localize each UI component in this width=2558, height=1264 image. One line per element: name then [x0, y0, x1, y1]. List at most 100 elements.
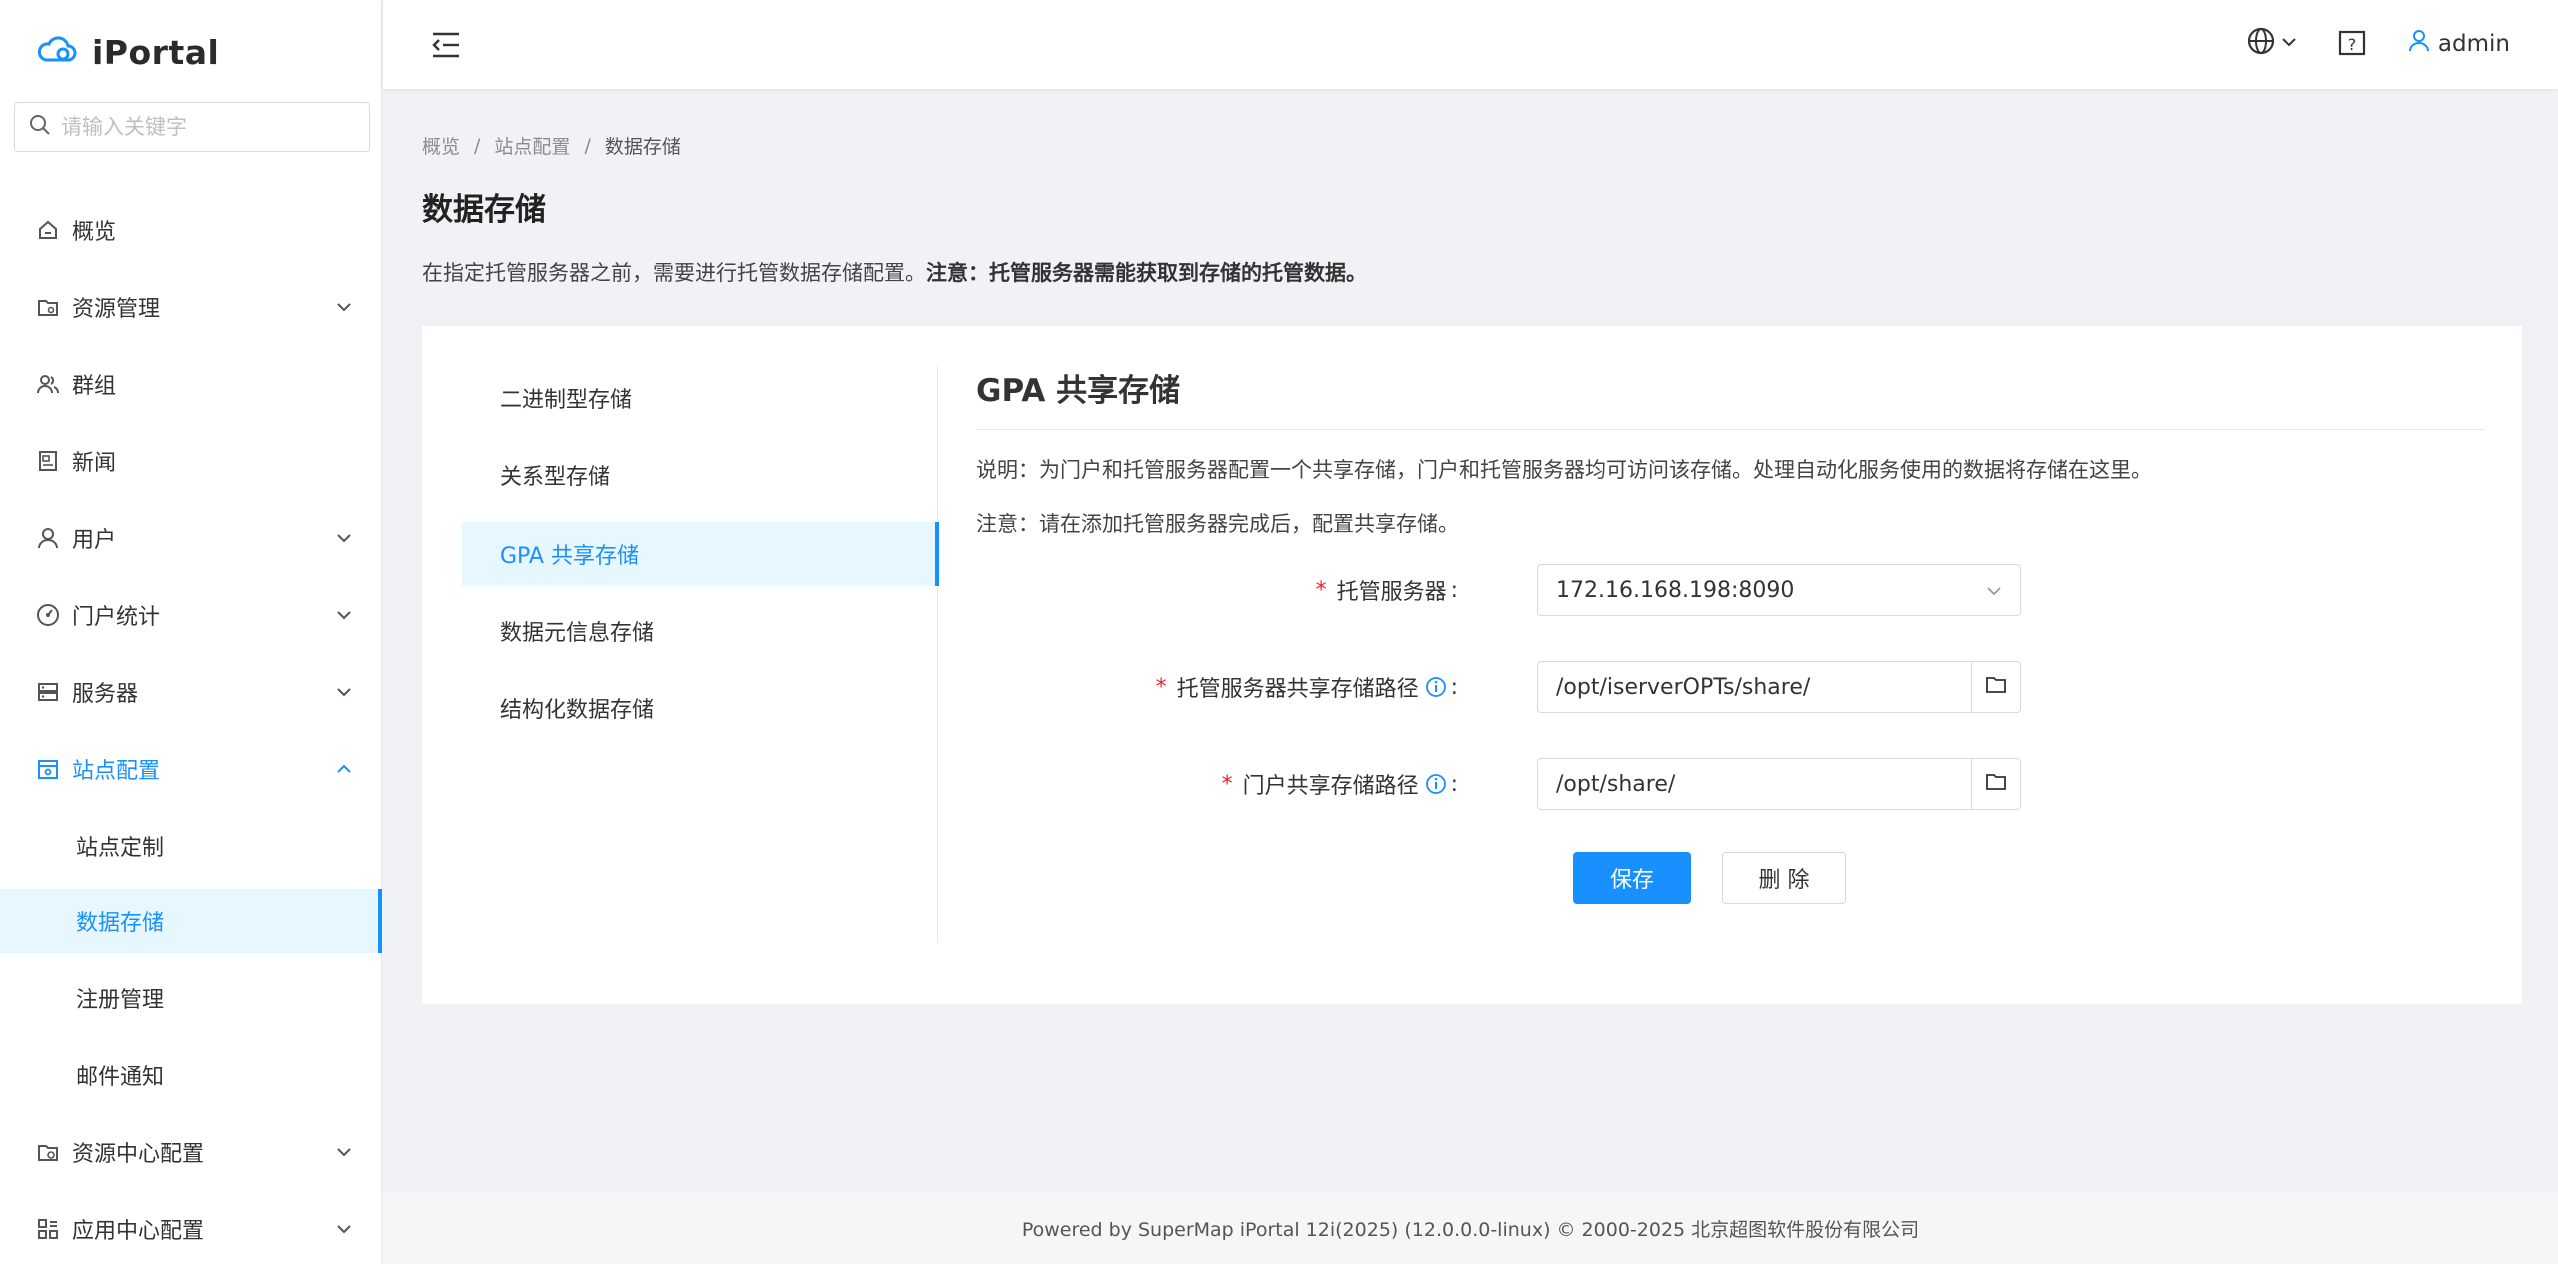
tab-label: GPA 共享存储 — [500, 544, 639, 569]
tab-gpa-shared-storage[interactable]: GPA 共享存储 — [462, 522, 939, 586]
sidebar-subitem-site-customization[interactable]: 站点定制 — [0, 814, 382, 878]
sidebar-item-label: 概览 — [72, 220, 117, 245]
server-icon — [36, 680, 60, 704]
required-mark: * — [1221, 771, 1233, 797]
svg-text:?: ? — [2348, 35, 2357, 54]
sidebar-item-portal-stats[interactable]: 门户统计 — [0, 583, 382, 647]
group-icon — [36, 372, 60, 396]
page-description-warning: 注意：托管服务器需能获取到存储的托管数据。 — [926, 261, 1367, 285]
search-box — [14, 102, 370, 152]
sidebar-item-label: 群组 — [72, 374, 117, 399]
sidebar-item-label: 站点配置 — [72, 759, 161, 784]
tab-metadata-storage[interactable]: 数据元信息存储 — [462, 599, 938, 663]
portal-path-input-group — [1537, 758, 2021, 810]
dashboard-icon — [36, 603, 60, 627]
site-config-icon — [36, 757, 60, 781]
sidebar-item-label: 门户统计 — [72, 605, 161, 630]
top-header: ? admin — [383, 0, 2558, 89]
sidebar-item-resources[interactable]: 资源管理 — [0, 275, 382, 339]
tab-label: 结构化数据存储 — [500, 698, 655, 723]
user-menu[interactable]: admin — [2408, 26, 2510, 62]
required-mark: * — [1315, 577, 1327, 603]
news-icon — [36, 449, 60, 473]
breadcrumb-item-site-config[interactable]: 站点配置 — [494, 132, 570, 159]
folder-icon — [1985, 675, 2007, 699]
sidebar-subitem-label: 数据存储 — [76, 911, 165, 936]
chevron-down-icon — [334, 1142, 354, 1162]
hosted-path-label: * 托管服务器共享存储路径 : — [1156, 661, 1458, 713]
sidebar-item-overview[interactable]: 概览 — [0, 198, 382, 262]
sidebar-item-site-config[interactable]: 站点配置 — [0, 737, 382, 801]
form-row-hosted-path: * 托管服务器共享存储路径 : — [976, 661, 2484, 713]
hosted-server-select[interactable]: 172.16.168.198:8090 — [1537, 564, 2021, 616]
panel-note-description: 说明：为门户和托管服务器配置一个共享存储，门户和托管服务器均可访问该存储。处理自… — [976, 458, 2152, 482]
globe-icon — [2246, 26, 2278, 62]
save-button[interactable]: 保存 — [1573, 852, 1691, 904]
info-icon[interactable] — [1425, 773, 1447, 795]
portal-path-label: * 门户共享存储路径 : — [1222, 758, 1458, 810]
hosted-server-value: 172.16.168.198:8090 — [1556, 577, 1795, 603]
language-switch[interactable] — [2246, 26, 2298, 62]
chevron-down-icon — [1984, 581, 2004, 607]
folder-settings-icon — [36, 295, 60, 319]
hosted-path-input[interactable] — [1537, 661, 1971, 713]
user-icon — [2408, 29, 2430, 59]
sidebar-subitem-data-storage[interactable]: 数据存储 — [0, 889, 382, 953]
sidebar-subitem-registration[interactable]: 注册管理 — [0, 966, 382, 1030]
delete-button[interactable]: 删 除 — [1722, 852, 1846, 904]
hosted-path-input-group — [1537, 661, 2021, 713]
panel-title: GPA 共享存储 — [976, 362, 2484, 430]
sidebar-subitem-label: 邮件通知 — [76, 1065, 165, 1090]
required-mark: * — [1155, 674, 1167, 700]
brand-name: iPortal — [92, 32, 220, 72]
sidebar-subitem-email-notification[interactable]: 邮件通知 — [0, 1043, 382, 1107]
chevron-down-icon — [334, 682, 354, 702]
sidebar-item-app-center-config[interactable]: 应用中心配置 — [0, 1197, 382, 1261]
tab-relational-storage[interactable]: 关系型存储 — [462, 443, 938, 507]
portal-path-browse-button[interactable] — [1971, 758, 2021, 810]
hosted-server-label: * 托管服务器 : — [1316, 564, 1458, 616]
folder-clock-icon — [36, 1140, 60, 1164]
label-colon: : — [1450, 771, 1458, 797]
sidebar-item-users[interactable]: 用户 — [0, 506, 382, 570]
user-icon — [36, 526, 60, 550]
help-icon[interactable]: ? — [2337, 26, 2367, 62]
portal-path-input[interactable] — [1537, 758, 1971, 810]
folder-icon — [1985, 772, 2007, 796]
app-root: iPortal 概览 资源管理 — [0, 0, 2558, 1264]
sidebar-item-resource-center-config[interactable]: 资源中心配置 — [0, 1120, 382, 1184]
tab-structured-data-storage[interactable]: 结构化数据存储 — [462, 676, 938, 740]
breadcrumb-item-current: 数据存储 — [604, 136, 681, 158]
sidebar-item-servers[interactable]: 服务器 — [0, 660, 382, 724]
breadcrumb-item-overview[interactable]: 概览 — [422, 132, 460, 159]
tab-label: 关系型存储 — [500, 465, 611, 490]
chevron-down-icon — [334, 605, 354, 625]
search-input[interactable] — [61, 115, 361, 139]
storage-tabs: 二进制型存储 关系型存储 GPA 共享存储 数据元信息存储 结构化数据存储 — [462, 366, 939, 942]
brand-logo[interactable]: iPortal — [36, 30, 219, 74]
username: admin — [2437, 31, 2510, 57]
sidebar-item-label: 资源管理 — [72, 297, 161, 322]
breadcrumb-separator: / — [584, 134, 591, 157]
sidebar-item-label: 应用中心配置 — [72, 1219, 205, 1244]
menu-collapse-icon[interactable] — [429, 28, 463, 62]
label-text: 托管服务器共享存储路径 — [1176, 677, 1419, 702]
cloud-logo-icon — [36, 34, 78, 70]
chevron-down-icon — [334, 528, 354, 548]
tab-label: 二进制型存储 — [500, 388, 633, 413]
gpa-storage-panel: GPA 共享存储 说明：为门户和托管服务器配置一个共享存储，门户和托管服务器均可… — [976, 362, 2484, 810]
chevron-down-icon — [334, 297, 354, 317]
info-icon[interactable] — [1425, 676, 1447, 698]
search-icon — [29, 114, 51, 140]
form-row-hosted-server: * 托管服务器 : 172.16.168.198:8090 — [976, 564, 2484, 616]
tab-binary-storage[interactable]: 二进制型存储 — [462, 366, 938, 430]
breadcrumb-separator: / — [474, 134, 481, 157]
sidebar-subitem-label: 站点定制 — [76, 836, 165, 861]
home-icon — [36, 218, 60, 242]
sidebar-item-label: 新闻 — [72, 451, 117, 476]
label-text: 门户共享存储路径 — [1242, 774, 1419, 799]
sidebar-item-groups[interactable]: 群组 — [0, 352, 382, 416]
sidebar-item-news[interactable]: 新闻 — [0, 429, 382, 493]
hosted-path-browse-button[interactable] — [1971, 661, 2021, 713]
label-colon: : — [1450, 577, 1458, 603]
